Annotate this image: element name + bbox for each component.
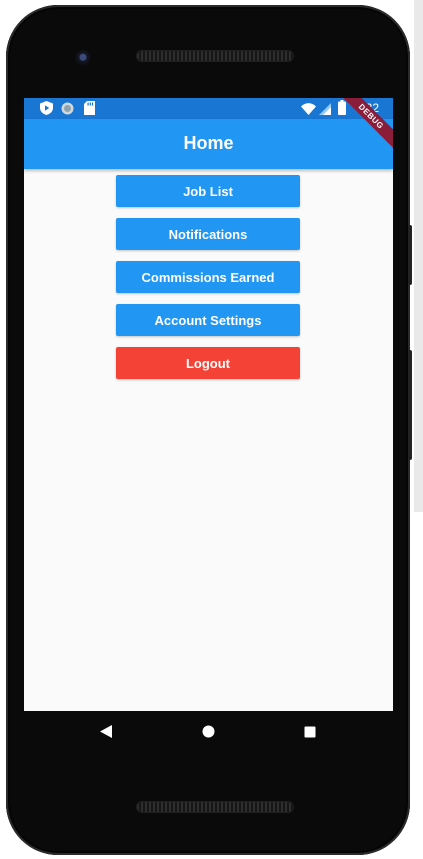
wifi-icon (301, 102, 316, 120)
volume-button (408, 350, 412, 460)
bottom-speaker (137, 802, 293, 812)
background-strip (414, 0, 423, 512)
cell-signal-icon (319, 102, 331, 120)
logout-button[interactable]: Logout (116, 347, 300, 379)
top-speaker (137, 51, 293, 61)
play-protect-icon (40, 101, 53, 120)
page-title: Home (183, 133, 234, 153)
account-settings-button[interactable]: Account Settings (116, 304, 300, 336)
status-bar: 5:32 (24, 98, 393, 119)
home-icon[interactable] (202, 725, 215, 743)
app-screen: 5:32 Home DEBUG Job List Notifications C… (24, 98, 393, 711)
home-menu: Job List Notifications Commissions Earne… (116, 175, 300, 390)
battery-icon (338, 100, 346, 120)
back-icon[interactable] (100, 725, 112, 743)
app-bar: Home (24, 119, 393, 169)
navigation-bar (24, 711, 393, 753)
circle-icon (61, 102, 74, 120)
commissions-earned-button[interactable]: Commissions Earned (116, 261, 300, 293)
front-camera (75, 50, 91, 66)
power-button (408, 225, 412, 285)
recents-icon[interactable] (304, 725, 316, 743)
device-stage: 5:32 Home DEBUG Job List Notifications C… (0, 0, 423, 859)
notifications-button[interactable]: Notifications (116, 218, 300, 250)
sd-card-icon (84, 101, 95, 120)
job-list-button[interactable]: Job List (116, 175, 300, 207)
